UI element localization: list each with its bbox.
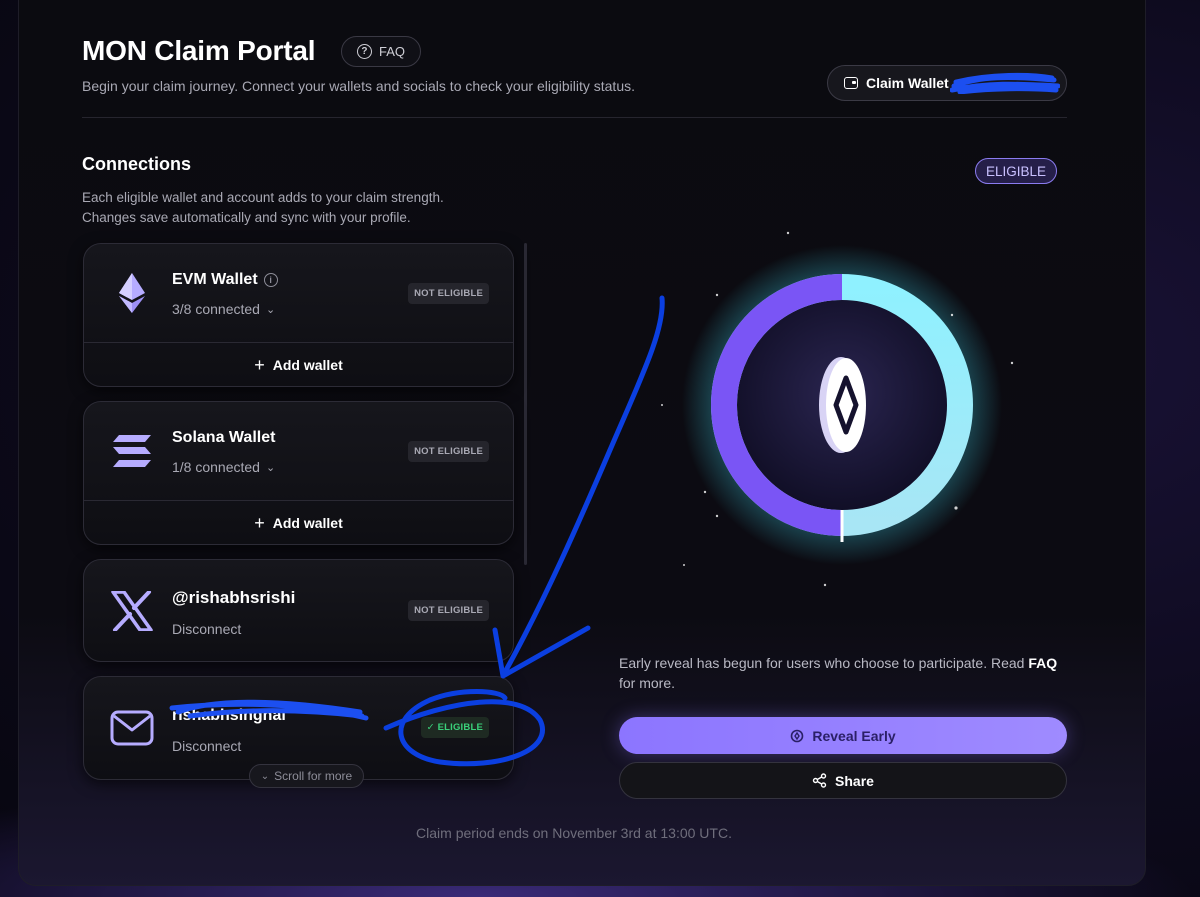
evm-connected-count: 3/8 connected [172,301,260,317]
solana-add-wallet-label: Add wallet [272,514,343,531]
x-logo-icon [107,586,157,636]
solana-wallet-name: Solana Wallet [172,429,275,447]
page-title: MON Claim Portal [82,35,316,66]
reveal-orb [661,231,1014,587]
evm-status-badge: NOT ELIGIBLE [408,283,489,304]
reveal-early-button[interactable]: Reveal Early [619,717,1067,754]
redaction-scribble [950,72,1060,94]
chevron-down-icon: ⌄ [260,770,270,782]
chevron-down-icon: ⌄ [265,303,276,316]
early-reveal-text: Early reveal has begun for users who cho… [619,655,1029,671]
target-icon [791,729,804,742]
evm-wallet-label: EVM Wallet [172,271,258,288]
evm-add-wallet-button[interactable]: + Add wallet [84,342,513,386]
header-divider [82,117,1067,118]
evm-connected-dropdown[interactable]: 3/8 connected ⌄ [172,301,275,317]
reveal-early-label: Reveal Early [812,727,896,744]
solana-connected-count: 1/8 connected [172,459,260,475]
early-reveal-text-end: for more. [619,675,676,691]
solana-icon [107,426,157,476]
wallet-icon [844,77,858,89]
share-button[interactable]: Share [619,762,1067,799]
email-disconnect-link[interactable]: Disconnect [172,738,241,754]
share-label: Share [835,772,874,789]
evm-wallet-card: EVM Wallet i 3/8 connected ⌄ NOT ELIGIBL… [83,243,514,387]
plus-icon: + [254,354,265,375]
scroll-for-more-button[interactable]: ⌄ Scroll for more [249,764,364,788]
solana-add-wallet-button[interactable]: + Add wallet [84,500,513,544]
faq-label: FAQ [378,44,405,59]
connections-description: Each eligible wallet and account adds to… [82,188,522,228]
evm-add-wallet-label: Add wallet [272,356,343,373]
chevron-down-icon: ⌄ [265,461,276,474]
page-subtitle: Begin your claim journey. Connect your w… [82,78,635,94]
x-status-badge: NOT ELIGIBLE [408,600,489,621]
email-address: rishabhsinghal [172,707,286,724]
x-handle: @rishabhsrishi [172,588,296,607]
overall-eligible-badge: ELIGIBLE [975,158,1057,184]
evm-wallet-name: EVM Wallet i [172,271,278,289]
faq-button[interactable]: ? FAQ [341,36,421,67]
faq-inline-link[interactable]: FAQ [1028,655,1057,671]
x-disconnect-link[interactable]: Disconnect [172,621,241,637]
info-icon[interactable]: i [263,273,278,287]
share-icon [812,773,827,788]
monad-coin-icon [819,357,866,453]
solana-wallet-label: Solana Wallet [172,429,276,446]
check-icon: ✓ [426,722,438,733]
ethereum-icon [107,268,157,318]
early-reveal-message: Early reveal has begun for users who cho… [619,653,1069,693]
mail-icon [107,703,157,753]
question-icon: ? [356,44,372,59]
solana-wallet-card: Solana Wallet 1/8 connected ⌄ NOT ELIGIB… [83,401,514,545]
solana-status-badge: NOT ELIGIBLE [408,441,489,462]
plus-icon: + [254,512,265,533]
email-status-badge: ✓ ELIGIBLE [420,717,489,738]
scroll-for-more-label: Scroll for more [274,769,353,783]
claim-period-footer: Claim period ends on November 3rd at 13:… [416,825,732,841]
connections-scrollbar[interactable] [524,243,527,565]
connections-description-line1: Each eligible wallet and account adds to… [82,190,444,205]
claim-wallet-label: Claim Wallet [866,75,949,91]
connections-description-line2: Changes save automatically and sync with… [82,210,411,225]
x-account-card: @rishabhsrishi Disconnect NOT ELIGIBLE [83,559,514,662]
solana-connected-dropdown[interactable]: 1/8 connected ⌄ [172,459,275,475]
email-status-label: ELIGIBLE [437,722,483,733]
connections-title: Connections [82,154,192,174]
